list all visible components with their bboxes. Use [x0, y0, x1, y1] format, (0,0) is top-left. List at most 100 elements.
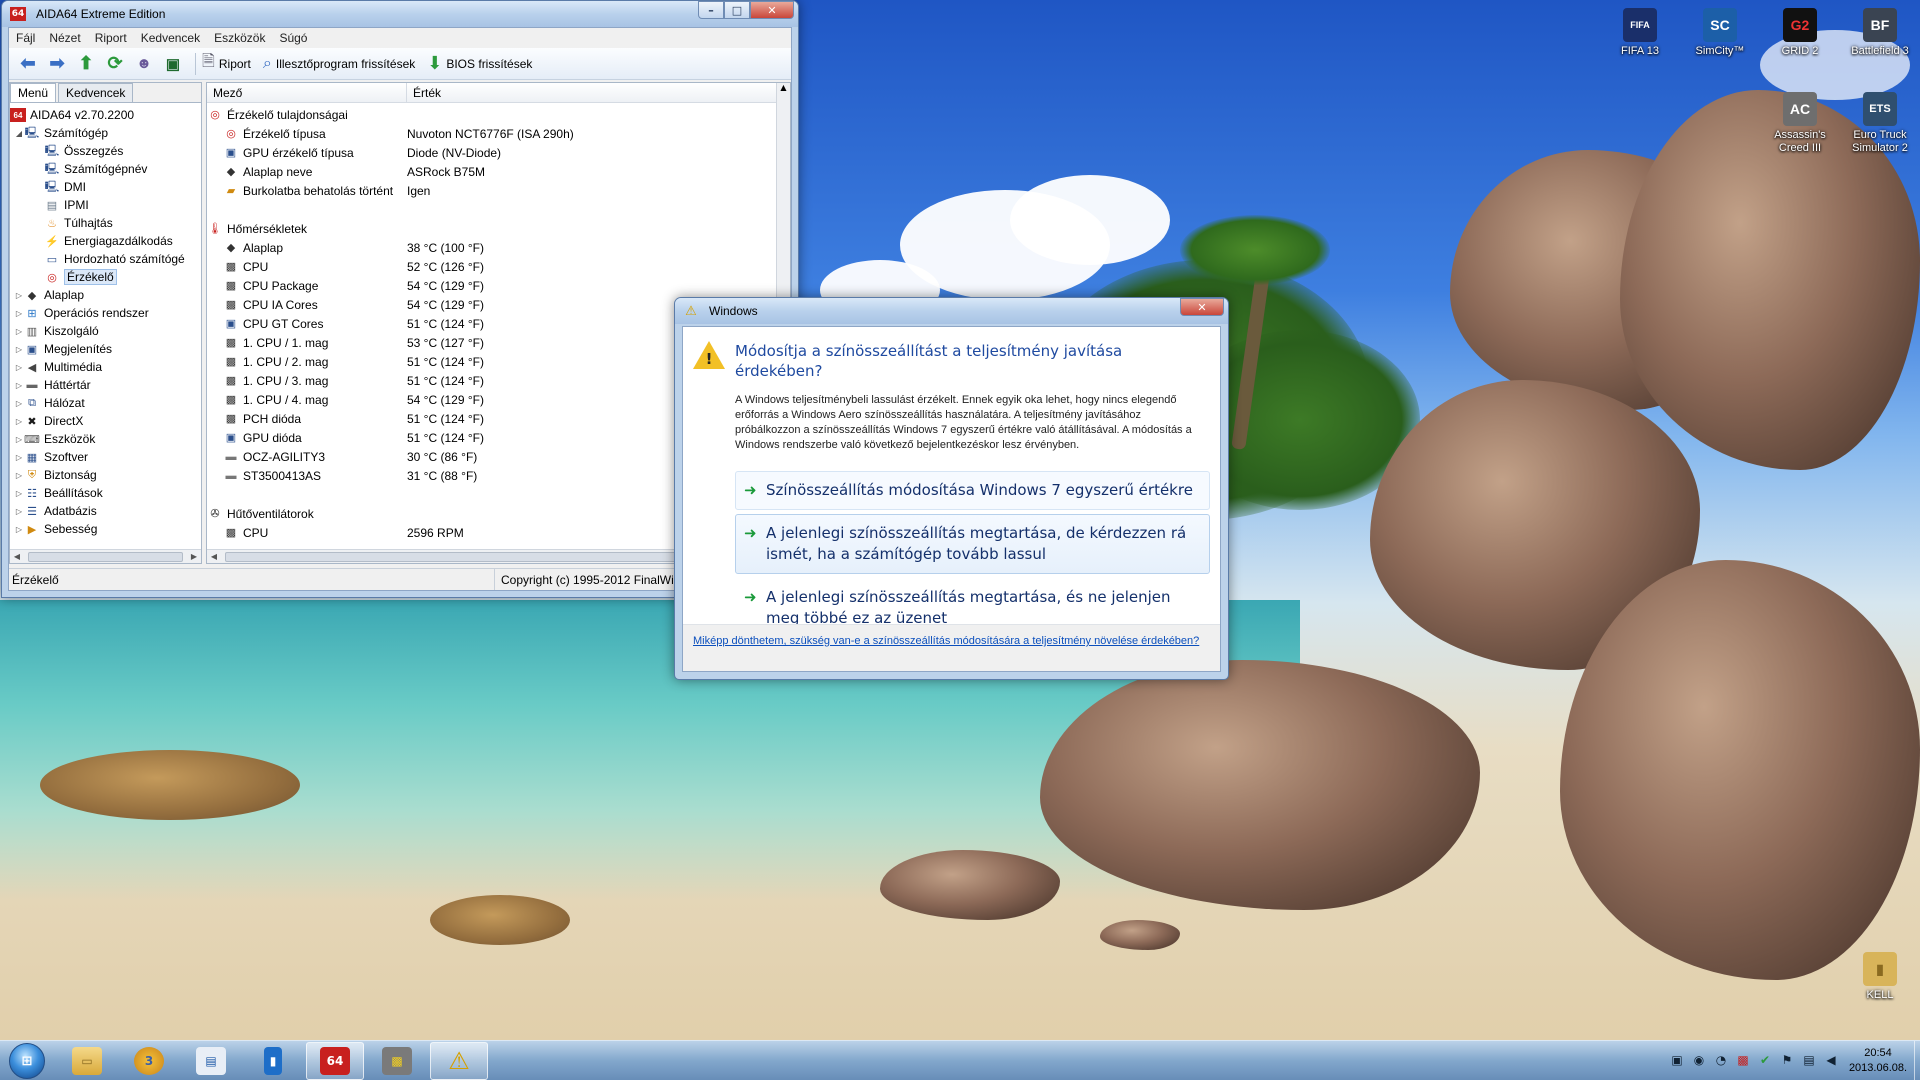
tray-volume-icon[interactable]: ◀	[1820, 1053, 1842, 1067]
menu-favorites[interactable]: Kedvencek	[134, 31, 207, 45]
desktop-icon-grid2[interactable]: G2 GRID 2	[1762, 8, 1838, 58]
taskbar-gpu-tool[interactable]: ▮	[244, 1042, 302, 1080]
expand-icon[interactable]: ▷	[14, 399, 24, 408]
list-item[interactable]: ◎ Érzékelő típusa Nuvoton NCT6776F (ISA 2…	[207, 124, 790, 143]
menu-tools[interactable]: Eszközök	[207, 31, 272, 45]
scroll-right-icon[interactable]: ▶	[187, 552, 201, 561]
tree-item-computer[interactable]: ◢ 🖳 Számítógép	[10, 124, 201, 142]
option-change-to-basic[interactable]: ➜ Színösszeállítás módosítása Windows 7 …	[735, 471, 1210, 510]
dialog-titlebar[interactable]: ⚠ Windows ✕	[675, 298, 1228, 324]
expand-icon[interactable]: ▷	[14, 327, 24, 336]
up-icon[interactable]: ⬆	[73, 52, 99, 76]
taskbar-monitor-app[interactable]: ▤	[182, 1042, 240, 1080]
tree-item-devices[interactable]: ▷ ⌨ Eszközök	[10, 430, 201, 448]
desktop-icon-simcity[interactable]: SC SimCity™	[1682, 8, 1758, 58]
tab-menu[interactable]: Menü	[10, 83, 57, 102]
tab-favorites[interactable]: Kedvencek	[58, 83, 134, 102]
tray-steam-icon[interactable]: ◉	[1688, 1053, 1710, 1067]
expand-icon[interactable]: ▷	[14, 309, 24, 318]
desktop-icon-assassins-creed-3[interactable]: AC Assassin's Creed III	[1762, 92, 1838, 155]
tree-item-database[interactable]: ▷ ☰ Adatbázis	[10, 502, 201, 520]
expand-icon[interactable]: ▷	[14, 453, 24, 462]
expand-icon[interactable]: ▷	[14, 471, 24, 480]
list-item[interactable]: ▩ CPU Package 54 °C (129 °F)	[207, 276, 790, 295]
report-button[interactable]: 🗎 Riport	[202, 50, 251, 77]
expand-icon[interactable]: ▷	[14, 291, 24, 300]
taskbar-game-launcher[interactable]: 3	[120, 1042, 178, 1080]
back-icon[interactable]: ⬅	[15, 52, 41, 76]
expand-icon[interactable]: ▷	[14, 507, 24, 516]
menu-help[interactable]: Súgó	[272, 31, 314, 45]
monitor-icon[interactable]: ▣	[160, 52, 186, 76]
system-clock[interactable]: 20:54 2013.06.08.	[1844, 1046, 1912, 1076]
collapse-icon[interactable]: ◢	[14, 129, 24, 138]
taskbar-aida64[interactable]: 64	[306, 1042, 364, 1080]
tree-item-os[interactable]: ▷ ⊞ Operációs rendszer	[10, 304, 201, 322]
scroll-left-icon[interactable]: ◀	[207, 552, 221, 561]
scroll-up-icon[interactable]: ▲	[777, 83, 790, 97]
menu-view[interactable]: Nézet	[42, 31, 87, 45]
expand-icon[interactable]: ▷	[14, 489, 24, 498]
expand-icon[interactable]: ▷	[14, 417, 24, 426]
tree-item-portable[interactable]: ▭ Hordozható számítógé	[10, 250, 201, 268]
tray-security-icon[interactable]: ✔	[1754, 1053, 1776, 1067]
tray-flag-icon[interactable]: ⚑	[1776, 1053, 1798, 1067]
tray-network-icon[interactable]: ▤	[1798, 1053, 1820, 1067]
tree-item-dmi[interactable]: 🖳 DMI	[10, 178, 201, 196]
tree-item-directx[interactable]: ▷ ✖ DirectX	[10, 412, 201, 430]
tree-item-benchmark[interactable]: ▷ ▶ Sebesség	[10, 520, 201, 538]
list-item[interactable]: ▰ Burkolatba behatolás történt Igen	[207, 181, 790, 200]
group-temperatures[interactable]: 🌡 Hőmérsékletek	[207, 219, 790, 238]
tree-item-storage[interactable]: ▷ ▬ Háttértár	[10, 376, 201, 394]
maximize-button[interactable]: □	[724, 1, 750, 19]
tree-item-multimedia[interactable]: ▷ ◀ Multimédia	[10, 358, 201, 376]
tree-item-settings[interactable]: ▷ ☷ Beállítások	[10, 484, 201, 502]
list-item[interactable]: ▣ GPU érzékelő típusa Diode (NV-Diode)	[207, 143, 790, 162]
group-sensor-properties[interactable]: ◎ Érzékelő tulajdonságai	[207, 105, 790, 124]
desktop-icon-euro-truck-2[interactable]: ETS Euro Truck Simulator 2	[1842, 92, 1918, 155]
minimize-button[interactable]: –	[698, 1, 724, 19]
list-item[interactable]: ▩ CPU 52 °C (126 °F)	[207, 257, 790, 276]
expand-icon[interactable]: ▷	[14, 435, 24, 444]
taskbar-warning-dialog[interactable]: ⚠	[430, 1042, 488, 1080]
refresh-icon[interactable]: ⟳	[102, 52, 128, 76]
desktop-icon-kell[interactable]: ▮ KELL	[1842, 952, 1918, 1002]
list-item[interactable]: ◆ Alaplap 38 °C (100 °F)	[207, 238, 790, 257]
expand-icon[interactable]: ▷	[14, 345, 24, 354]
expand-icon[interactable]: ▷	[14, 363, 24, 372]
menu-report[interactable]: Riport	[88, 31, 134, 45]
tree-item-display[interactable]: ▷ ▣ Megjelenítés	[10, 340, 201, 358]
tree-item-motherboard[interactable]: ▷ ◆ Alaplap	[10, 286, 201, 304]
tree-item-summary[interactable]: 🖳 Összegzés	[10, 142, 201, 160]
user-icon[interactable]: ☻	[131, 52, 157, 76]
expand-icon[interactable]: ▷	[14, 381, 24, 390]
tree-item-server[interactable]: ▷ ▥ Kiszolgáló	[10, 322, 201, 340]
list-item[interactable]: ◆ Alaplap neve ASRock B75M	[207, 162, 790, 181]
tree-item-sensor[interactable]: ◎ Érzékelő	[10, 268, 201, 286]
tray-aida64-icon[interactable]: ▩	[1732, 1053, 1754, 1067]
tree-item-overclock[interactable]: ♨ Túlhajtás	[10, 214, 201, 232]
taskbar-cpu-tool[interactable]: ▩	[368, 1042, 426, 1080]
tree-item-software[interactable]: ▷ ▦ Szoftver	[10, 448, 201, 466]
scroll-left-icon[interactable]: ◀	[10, 552, 24, 561]
tree-item-ipmi[interactable]: ▤ IPMI	[10, 196, 201, 214]
tree-item-network[interactable]: ▷ ⧉ Hálózat	[10, 394, 201, 412]
desktop-icon-fifa13[interactable]: FIFA FIFA 13	[1602, 8, 1678, 58]
column-header-value[interactable]: Érték	[407, 83, 790, 102]
menu-file[interactable]: Fájl	[9, 31, 42, 45]
tree-item-computer-name[interactable]: 🖳 Számítógépnév	[10, 160, 201, 178]
tray-update-icon[interactable]: ◔	[1710, 1053, 1732, 1067]
taskbar-explorer[interactable]: ▭	[58, 1042, 116, 1080]
start-button[interactable]: ⊞	[4, 1042, 50, 1080]
dialog-close-button[interactable]: ✕	[1180, 298, 1224, 316]
tray-monitor-icon[interactable]: ▣	[1666, 1053, 1688, 1067]
close-button[interactable]: ✕	[750, 1, 794, 19]
show-desktop-button[interactable]	[1914, 1041, 1920, 1080]
tree-item-security[interactable]: ▷ ⛨ Biztonság	[10, 466, 201, 484]
scroll-thumb[interactable]	[28, 551, 183, 562]
option-keep-ask-again[interactable]: ➜ A jelenlegi színösszeállítás megtartás…	[735, 514, 1210, 574]
column-header-field[interactable]: Mező	[207, 83, 407, 102]
nav-horizontal-scrollbar[interactable]: ◀ ▶	[10, 549, 201, 563]
desktop-icon-battlefield3[interactable]: BF Battlefield 3	[1842, 8, 1918, 58]
bios-update-button[interactable]: ⬇ BIOS frissítések	[427, 53, 532, 74]
